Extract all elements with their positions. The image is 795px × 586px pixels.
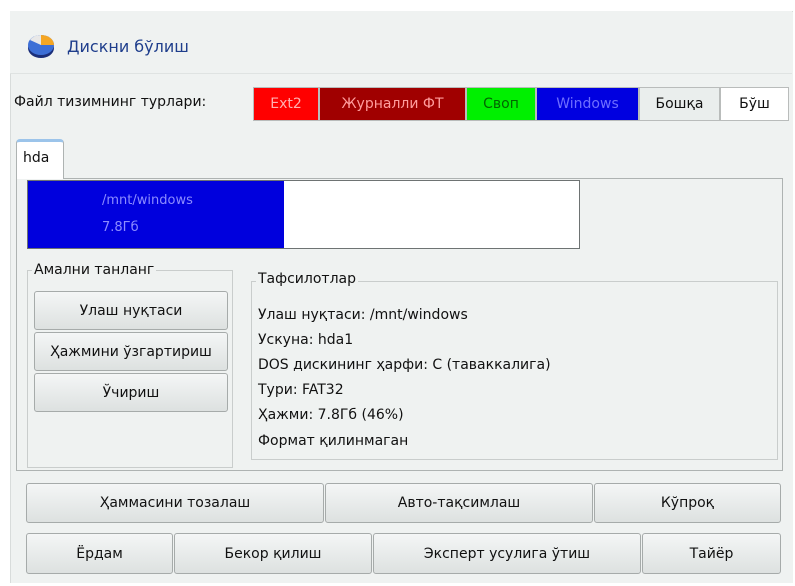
partition-bar: /mnt/windows 7.8Гб: [27, 180, 580, 249]
delete-button[interactable]: Ўчириш: [34, 373, 228, 412]
legend-other: Бошқа: [639, 87, 720, 121]
help-button[interactable]: Ёрдам: [26, 533, 173, 574]
partition-mount-point: /mnt/windows: [102, 193, 193, 208]
legend-free: Бўш: [720, 87, 789, 121]
cancel-button[interactable]: Бекор қилиш: [174, 533, 372, 574]
detail-format: Формат қилинмаган: [258, 433, 409, 449]
window-title: Дискни бўлиш: [67, 37, 189, 56]
title-divider: [10, 73, 792, 74]
detail-dos-letter: DOS дискининг ҳарфи: C (таваккалига): [258, 357, 551, 373]
expert-mode-button[interactable]: Эксперт усулига ўтиш: [373, 533, 641, 574]
legend-ext2: Ext2: [253, 87, 319, 121]
partition-windows[interactable]: /mnt/windows 7.8Гб: [28, 181, 284, 248]
mount-point-button[interactable]: Улаш нуқтаси: [34, 291, 228, 330]
legend-swap: Своп: [466, 87, 536, 121]
details-list: Улаш нуқтаси: /mnt/windows Ускуна: hda1 …: [250, 299, 770, 454]
more-button[interactable]: Кўпроқ: [594, 483, 781, 523]
partition-free-space[interactable]: [284, 181, 579, 248]
partition-pie-icon: [28, 35, 54, 58]
legend-windows: Windows: [536, 87, 639, 121]
auto-allocate-button[interactable]: Авто-тақсимлаш: [325, 483, 593, 523]
clear-all-button[interactable]: Ҳаммасини тозалаш: [26, 483, 324, 523]
detail-size: Ҳажми: 7.8Гб (46%): [258, 407, 404, 423]
detail-type: Тури: FAT32: [258, 382, 344, 398]
legend-journaled-fs: Журналли ФТ: [319, 87, 466, 121]
done-button[interactable]: Тайёр: [642, 533, 781, 574]
detail-device: Ускуна: hda1: [258, 332, 354, 348]
filesystem-types-label: Файл тизимнинг турлари:: [14, 94, 207, 110]
partition-size: 7.8Гб: [102, 220, 139, 235]
title-bar: Дискни бўлиш: [10, 11, 792, 74]
detail-mount-point: Улаш нуқтаси: /mnt/windows: [258, 307, 468, 323]
actions-group-title: Амални танланг: [32, 262, 157, 278]
resize-button[interactable]: Ҳажмини ўзгартириш: [34, 332, 228, 371]
details-group-title: Тафсилотлар: [256, 271, 358, 287]
tab-hda[interactable]: hda: [16, 139, 64, 179]
